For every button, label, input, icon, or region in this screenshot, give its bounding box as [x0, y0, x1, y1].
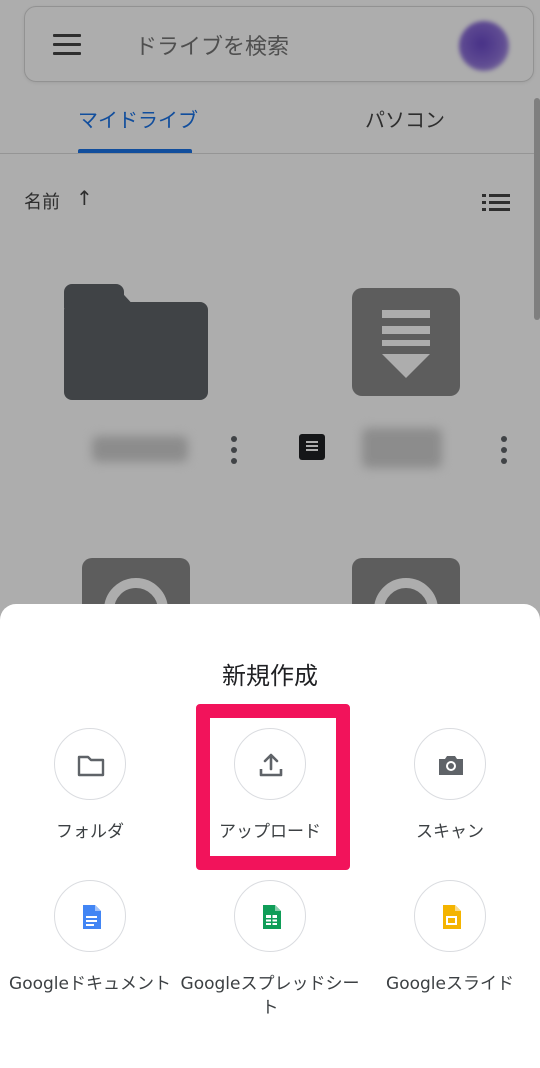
scan-label: スキャン: [416, 822, 484, 842]
google-sheets-label: Googleスプレッドシート: [180, 974, 360, 1018]
sheet-title: 新規作成: [222, 662, 318, 690]
google-slides-label: Googleスライド: [386, 974, 514, 994]
google-docs-label: Googleドキュメント: [9, 974, 171, 994]
camera-icon[interactable]: [414, 728, 486, 800]
google-docs-icon[interactable]: [54, 880, 126, 952]
google-sheets-icon[interactable]: [234, 880, 306, 952]
upload-highlight-box: [196, 704, 350, 870]
folder-label: フォルダ: [56, 822, 124, 842]
new-item-sheet: 新規作成 フォルダ アップロード スキャン Googleドキュメント Googl…: [0, 604, 540, 1068]
folder-icon[interactable]: [54, 728, 126, 800]
google-slides-icon[interactable]: [414, 880, 486, 952]
